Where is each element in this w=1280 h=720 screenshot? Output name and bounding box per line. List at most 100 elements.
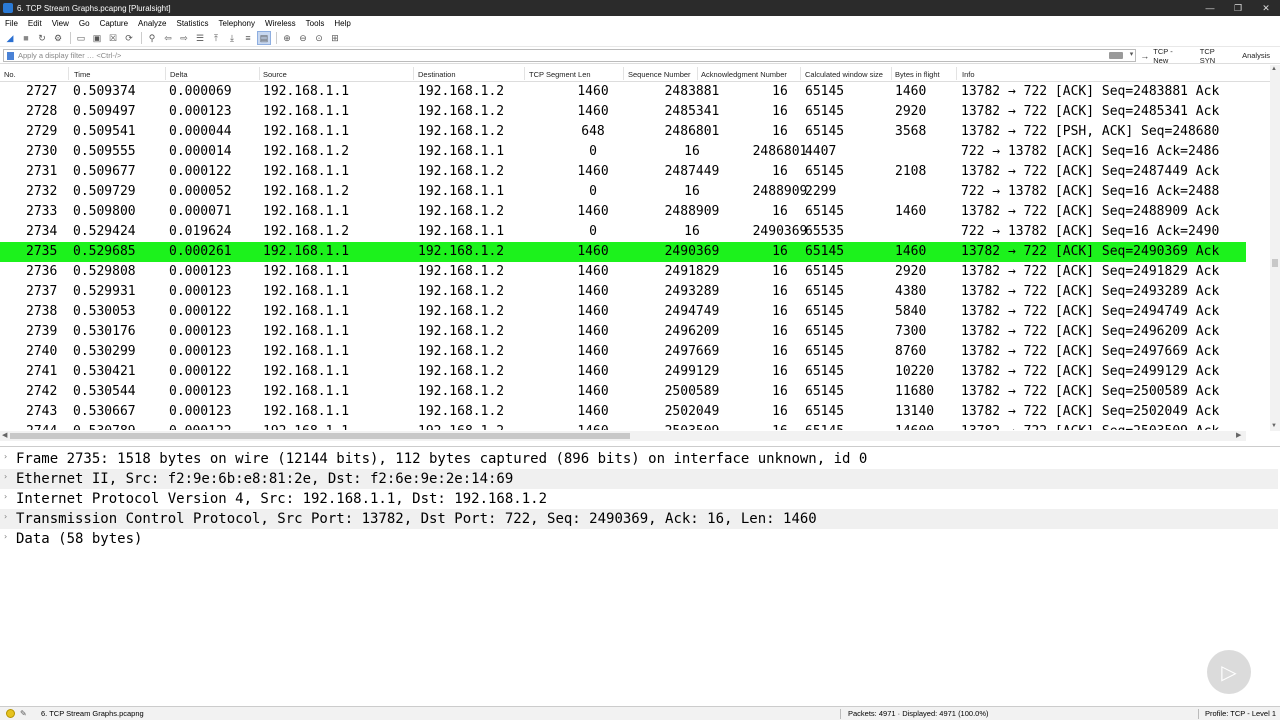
- first-packet-icon[interactable]: ⤒: [209, 31, 223, 45]
- menu-go[interactable]: Go: [74, 19, 95, 28]
- column-separator[interactable]: [697, 67, 698, 80]
- horizontal-scrollbar[interactable]: ◀ ▶: [0, 431, 1246, 441]
- packet-row-selected[interactable]: 2735 0.529685 0.000261 192.168.1.1 192.168.1…: [0, 242, 1246, 262]
- resize-columns-icon[interactable]: ⊞: [328, 31, 342, 45]
- horizontal-scroll-thumb[interactable]: [10, 433, 630, 439]
- menu-edit[interactable]: Edit: [23, 19, 47, 28]
- column-header-ack-number[interactable]: Acknowledgment Number: [701, 70, 787, 79]
- save-file-icon[interactable]: ▣: [90, 31, 104, 45]
- zoom-reset-icon[interactable]: ⊙: [312, 31, 326, 45]
- packet-row[interactable]: 2728 0.509497 0.000123 192.168.1.1 192.168.1…: [0, 102, 1246, 122]
- menu-telephony[interactable]: Telephony: [214, 19, 260, 28]
- filter-bookmark-icon[interactable]: [7, 51, 14, 60]
- detail-row-ethernet[interactable]: › Ethernet II, Src: f2:9e:6b:e8:81:2e, D…: [0, 469, 1278, 489]
- restart-capture-icon[interactable]: ↻: [35, 31, 49, 45]
- column-header-destination[interactable]: Destination: [418, 70, 456, 79]
- filter-button-tcp-syn[interactable]: TCP SYN: [1200, 47, 1232, 65]
- filter-button-tcp-new[interactable]: TCP - New: [1153, 47, 1189, 65]
- packet-row[interactable]: 2734 0.529424 0.019624 192.168.1.2 192.168.1…: [0, 222, 1246, 242]
- close-file-icon[interactable]: ☒: [106, 31, 120, 45]
- column-header-source[interactable]: Source: [263, 70, 287, 79]
- go-forward-icon[interactable]: ⇨: [177, 31, 191, 45]
- packet-row[interactable]: 2743 0.530667 0.000123 192.168.1.1 192.168.1…: [0, 402, 1246, 422]
- menu-file[interactable]: File: [0, 19, 23, 28]
- chevron-down-icon[interactable]: ▾: [1130, 50, 1134, 58]
- close-button[interactable]: ✕: [1252, 0, 1280, 16]
- menu-statistics[interactable]: Statistics: [172, 19, 214, 28]
- packet-row[interactable]: 2739 0.530176 0.000123 192.168.1.1 192.168.1…: [0, 322, 1246, 342]
- zoom-out-icon[interactable]: ⊖: [296, 31, 310, 45]
- packet-row[interactable]: 2738 0.530053 0.000122 192.168.1.1 192.168.1…: [0, 302, 1246, 322]
- packet-row[interactable]: 2744 0.530789 0.000122 192.168.1.1 192.168.1…: [0, 422, 1246, 430]
- column-separator[interactable]: [165, 67, 166, 80]
- packet-row[interactable]: 2736 0.529808 0.000123 192.168.1.1 192.168.1…: [0, 262, 1246, 282]
- packet-row[interactable]: 2740 0.530299 0.000123 192.168.1.1 192.168.1…: [0, 342, 1246, 362]
- detail-row-frame[interactable]: › Frame 2735: 1518 bytes on wire (12144 …: [0, 449, 1278, 469]
- menu-wireless[interactable]: Wireless: [260, 19, 301, 28]
- edit-comment-icon[interactable]: ✎: [20, 709, 27, 718]
- column-header-info[interactable]: Info: [962, 70, 975, 79]
- scroll-down-icon[interactable]: ▼: [1271, 423, 1277, 429]
- packet-row[interactable]: 2741 0.530421 0.000122 192.168.1.1 192.168.1…: [0, 362, 1246, 382]
- column-separator[interactable]: [956, 67, 957, 80]
- restore-button[interactable]: ❐: [1224, 0, 1252, 16]
- menu-help[interactable]: Help: [329, 19, 355, 28]
- menu-tools[interactable]: Tools: [301, 19, 330, 28]
- column-header-delta[interactable]: Delta: [170, 70, 188, 79]
- filter-button-analysis[interactable]: Analysis: [1242, 51, 1270, 60]
- detail-row-data[interactable]: › Data (58 bytes): [0, 529, 1278, 549]
- find-packet-icon[interactable]: ⚲: [145, 31, 159, 45]
- last-packet-icon[interactable]: ⤓: [225, 31, 239, 45]
- expert-info-icon[interactable]: [6, 709, 15, 718]
- packet-row[interactable]: 2731 0.509677 0.000122 192.168.1.1 192.168.1…: [0, 162, 1246, 182]
- go-to-packet-icon[interactable]: ☰: [193, 31, 207, 45]
- column-separator[interactable]: [800, 67, 801, 80]
- detail-row-ipv4[interactable]: › Internet Protocol Version 4, Src: 192.…: [0, 489, 1278, 509]
- column-separator[interactable]: [891, 67, 892, 80]
- column-header-tcp-segment-len[interactable]: TCP Segment Len: [529, 70, 591, 79]
- go-back-icon[interactable]: ⇦: [161, 31, 175, 45]
- filter-clear-icon[interactable]: [1109, 52, 1124, 59]
- status-profile[interactable]: Profile: TCP - Level 1: [1205, 709, 1276, 718]
- column-header-window-size[interactable]: Calculated window size: [805, 70, 883, 79]
- display-filter-input[interactable]: Apply a display filter … <Ctrl-/> ▾: [3, 49, 1137, 62]
- packet-row[interactable]: 2730 0.509555 0.000014 192.168.1.2 192.168.1…: [0, 142, 1246, 162]
- packet-row[interactable]: 2732 0.509729 0.000052 192.168.1.2 192.168.1…: [0, 182, 1246, 202]
- packet-row[interactable]: 2737 0.529931 0.000123 192.168.1.1 192.168.1…: [0, 282, 1246, 302]
- packet-row[interactable]: 2733 0.509800 0.000071 192.168.1.1 192.168.1…: [0, 202, 1246, 222]
- column-header-sequence-number[interactable]: Sequence Number: [628, 70, 691, 79]
- scroll-up-icon[interactable]: ▲: [1271, 66, 1277, 72]
- detail-row-tcp[interactable]: › Transmission Control Protocol, Src Por…: [0, 509, 1278, 529]
- auto-scroll-icon[interactable]: ≡: [241, 31, 255, 45]
- stop-capture-icon[interactable]: ■: [19, 31, 33, 45]
- packet-row[interactable]: 2729 0.509541 0.000044 192.168.1.1 192.168.1…: [0, 122, 1246, 142]
- expand-arrow-icon[interactable]: ›: [4, 512, 7, 521]
- colorize-icon[interactable]: ▤: [257, 31, 271, 45]
- column-separator[interactable]: [259, 67, 260, 80]
- shark-fin-start-icon[interactable]: ◢: [3, 31, 17, 45]
- column-separator[interactable]: [413, 67, 414, 80]
- column-header-no[interactable]: No.: [4, 70, 16, 79]
- expand-arrow-icon[interactable]: ›: [4, 532, 7, 541]
- menu-capture[interactable]: Capture: [95, 19, 133, 28]
- column-header-bytes-in-flight[interactable]: Bytes in flight: [895, 70, 940, 79]
- expand-arrow-icon[interactable]: ›: [4, 472, 7, 481]
- expand-arrow-icon[interactable]: ›: [4, 452, 7, 461]
- packet-row[interactable]: 2727 0.509374 0.000069 192.168.1.1 192.168.1…: [0, 82, 1246, 102]
- column-separator[interactable]: [524, 67, 525, 80]
- column-header-time[interactable]: Time: [74, 70, 90, 79]
- vertical-scrollbar[interactable]: ▲ ▼: [1270, 65, 1280, 431]
- vertical-scroll-thumb[interactable]: [1272, 259, 1278, 267]
- menu-analyze[interactable]: Analyze: [133, 19, 171, 28]
- scroll-right-icon[interactable]: ▶: [1236, 431, 1241, 439]
- expand-arrow-icon[interactable]: ›: [4, 492, 7, 501]
- scroll-left-icon[interactable]: ◀: [2, 431, 7, 439]
- apply-filter-arrow-icon[interactable]: →: [1140, 51, 1149, 61]
- packet-row[interactable]: 2742 0.530544 0.000123 192.168.1.1 192.168.1…: [0, 382, 1246, 402]
- minimize-button[interactable]: —: [1196, 0, 1224, 16]
- column-separator[interactable]: [68, 67, 69, 80]
- menu-view[interactable]: View: [47, 19, 74, 28]
- reload-file-icon[interactable]: ⟳: [122, 31, 136, 45]
- zoom-in-icon[interactable]: ⊕: [280, 31, 294, 45]
- open-file-icon[interactable]: ▭: [74, 31, 88, 45]
